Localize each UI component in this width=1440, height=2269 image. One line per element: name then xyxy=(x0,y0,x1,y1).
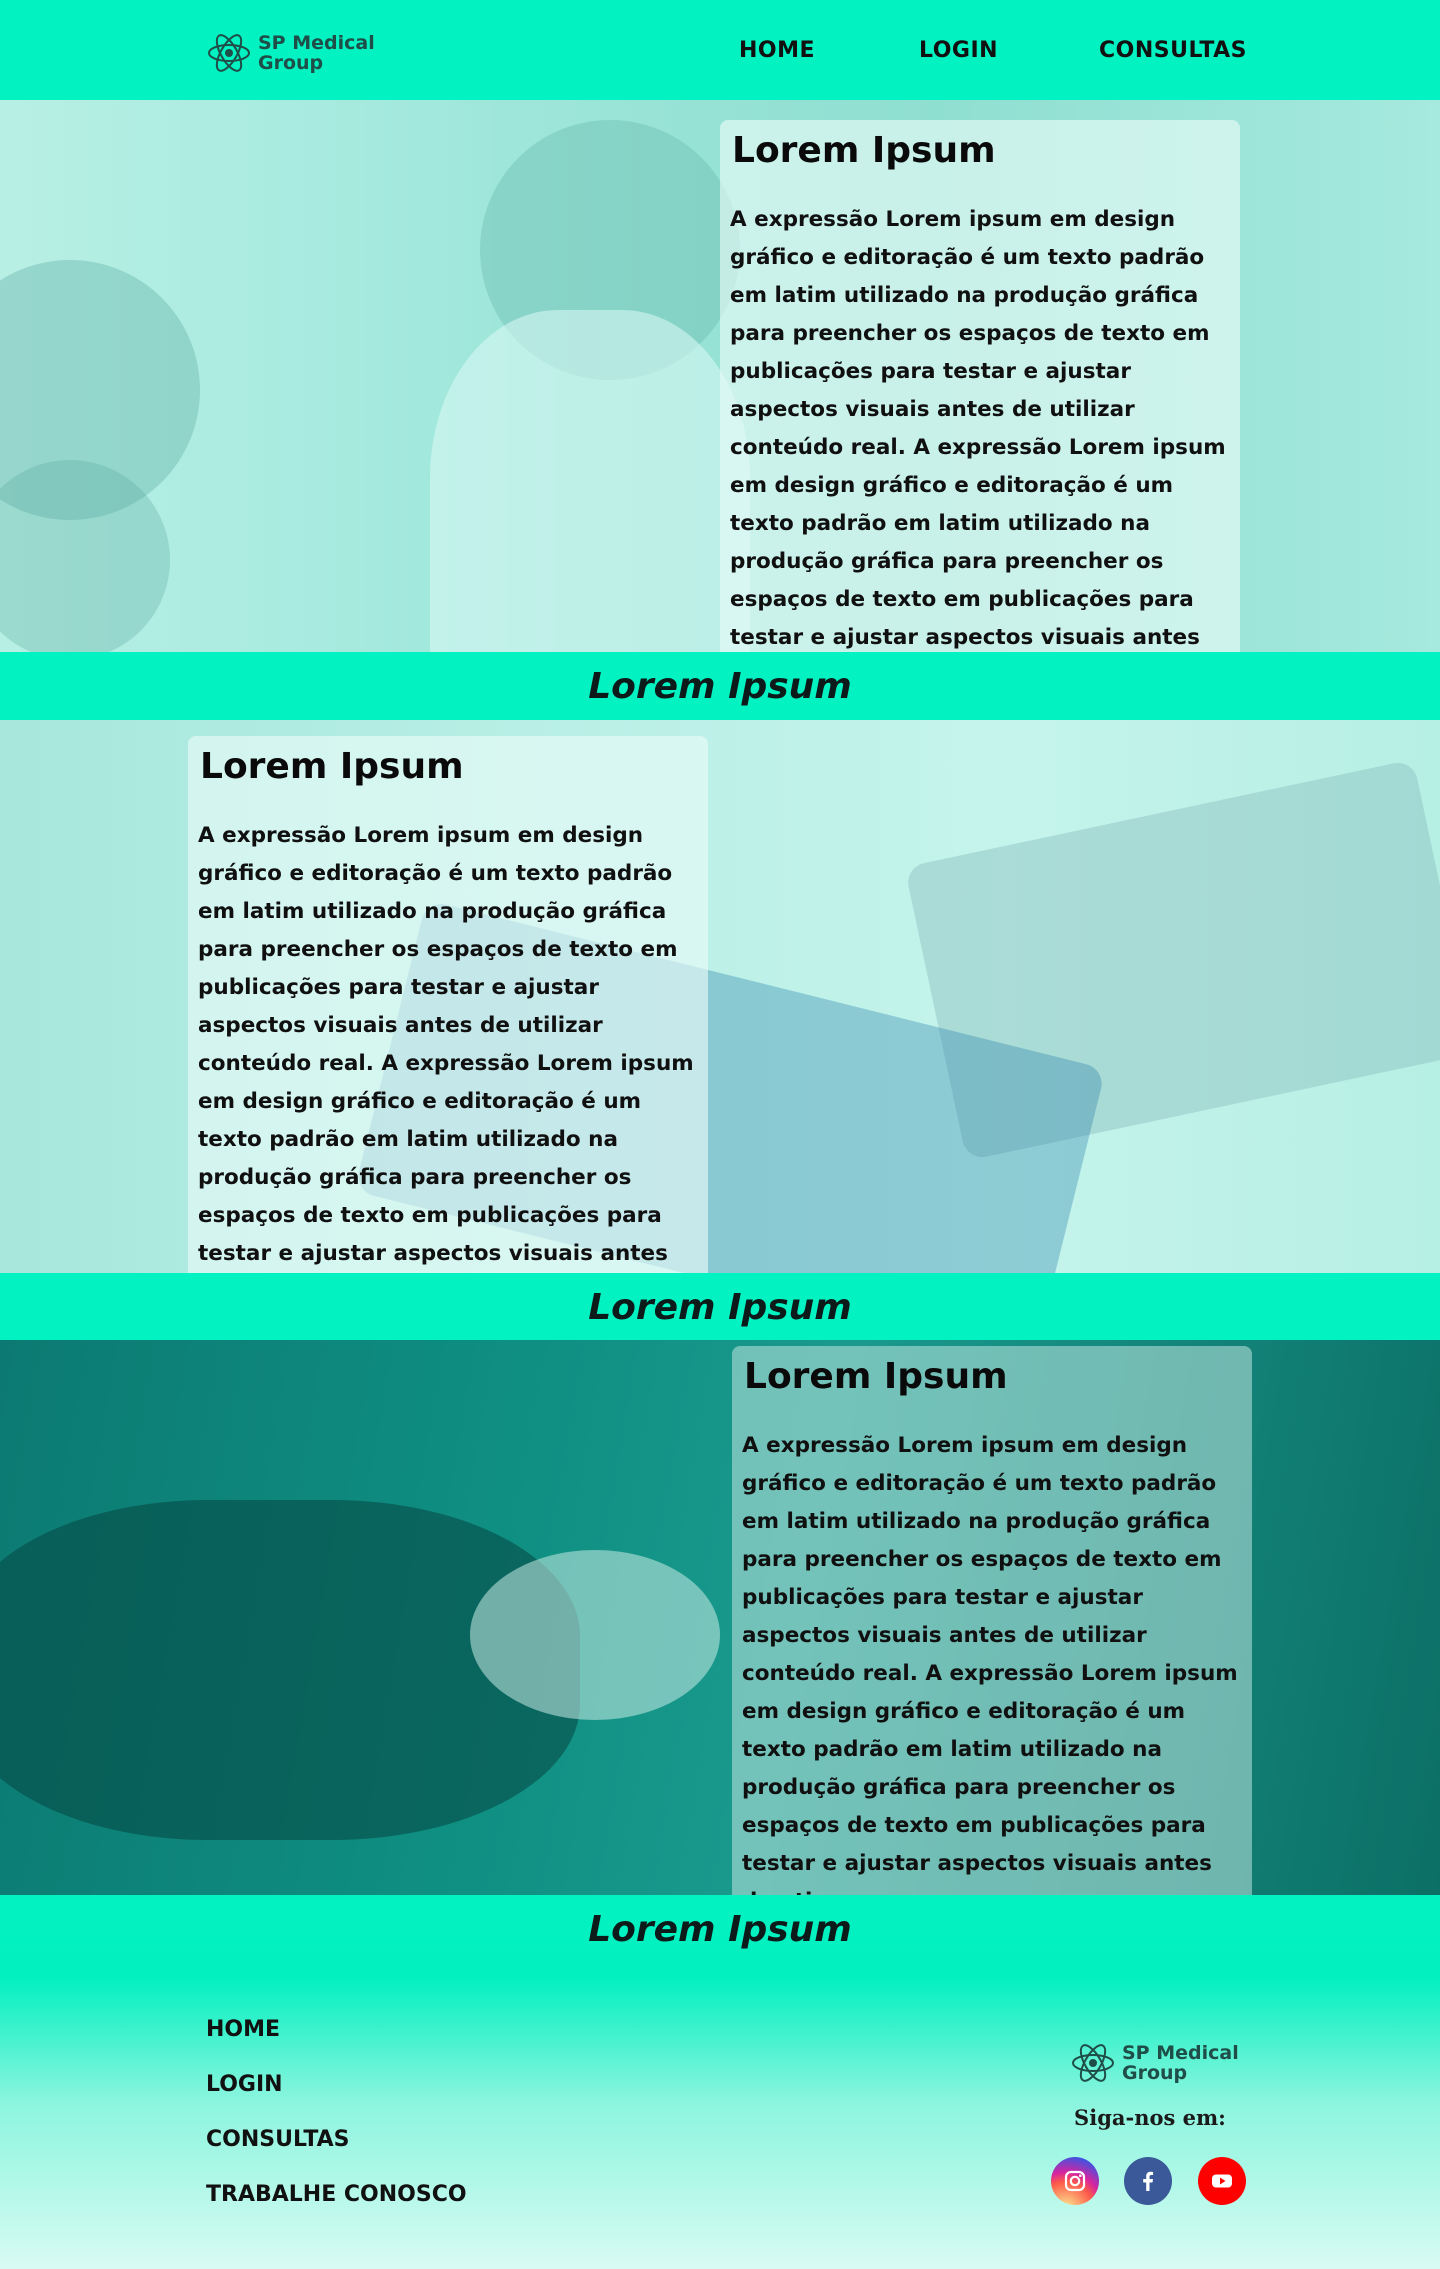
content-card: Lorem Ipsum A expressão Lorem ipsum em d… xyxy=(732,1346,1252,1895)
footer-logo[interactable]: SP Medical Group xyxy=(1070,2040,1239,2086)
youtube-icon[interactable] xyxy=(1198,2157,1246,2205)
footer-link-consultas[interactable]: CONSULTAS xyxy=(206,2127,350,2152)
band-title: Lorem Ipsum xyxy=(588,1287,852,1328)
logo-text: SP Medical Group xyxy=(258,33,375,73)
card-title: Lorem Ipsum xyxy=(744,1356,1008,1397)
footer-link-login[interactable]: LOGIN xyxy=(206,2072,283,2097)
card-text: A expressão Lorem ipsum em design gráfic… xyxy=(742,1433,1238,1895)
logo-text: SP Medical Group xyxy=(1122,2043,1239,2083)
footer-link-trabalhe-conosco[interactable]: TRABALHE CONOSCO xyxy=(206,2182,467,2207)
content-card: Lorem Ipsum A expressão Lorem ipsum em d… xyxy=(188,736,708,1273)
card-title: Lorem Ipsum xyxy=(732,130,996,171)
follow-us-label: Siga-nos em: xyxy=(1074,2105,1226,2130)
atom-logo-icon xyxy=(1072,2044,1114,2082)
logo-line-1: SP Medical xyxy=(1122,2042,1239,2064)
instagram-glyph-icon xyxy=(1064,2170,1086,2192)
section-surgery: Lorem Ipsum A expressão Lorem ipsum em d… xyxy=(0,1340,1440,1895)
section-laptop: Lorem Ipsum A expressão Lorem ipsum em d… xyxy=(0,720,1440,1273)
card-title: Lorem Ipsum xyxy=(200,746,464,787)
logo-line-1: SP Medical xyxy=(258,32,375,54)
band-title: Lorem Ipsum xyxy=(588,666,852,707)
nav-consultas[interactable]: CONSULTAS xyxy=(1099,38,1247,63)
section-band: Lorem Ipsum xyxy=(0,652,1440,720)
site-footer: Lorem Ipsum HOME LOGIN CONSULTAS TRABALH… xyxy=(0,1895,1440,2269)
footer-link-home[interactable]: HOME xyxy=(206,2017,280,2042)
youtube-glyph-icon xyxy=(1212,2174,1232,2188)
atom-logo-icon xyxy=(208,34,250,72)
content-card: Lorem Ipsum A expressão Lorem ipsum em d… xyxy=(720,120,1240,652)
nav-login[interactable]: LOGIN xyxy=(919,38,998,63)
header-logo[interactable]: SP Medical Group xyxy=(206,30,375,76)
instagram-icon[interactable] xyxy=(1051,2157,1099,2205)
facebook-glyph-icon xyxy=(1143,2171,1154,2191)
footer-band-title: Lorem Ipsum xyxy=(588,1909,852,1950)
logo-line-2: Group xyxy=(1122,2062,1188,2084)
glove-photo xyxy=(470,1550,720,1720)
site-header: SP Medical Group HOME LOGIN CONSULTAS xyxy=(0,0,1440,100)
hero-section-doctor: Lorem Ipsum A expressão Lorem ipsum em d… xyxy=(0,100,1440,652)
facebook-icon[interactable] xyxy=(1124,2157,1172,2205)
section-band: Lorem Ipsum xyxy=(0,1273,1440,1341)
logo-line-2: Group xyxy=(258,52,324,74)
doctor-coat-photo xyxy=(430,310,750,652)
card-text: A expressão Lorem ipsum em design gráfic… xyxy=(730,207,1226,650)
card-text: A expressão Lorem ipsum em design gráfic… xyxy=(198,823,694,1266)
nav-home[interactable]: HOME xyxy=(739,38,815,63)
